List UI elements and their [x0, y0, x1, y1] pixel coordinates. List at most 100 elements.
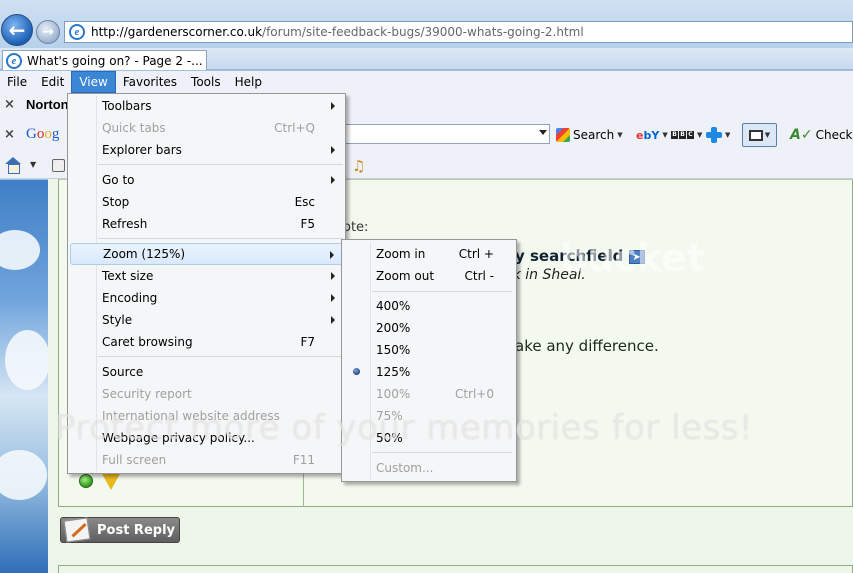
caret-down-icon[interactable]: ▼ [30, 160, 36, 169]
zoom-400[interactable]: 400% [344, 295, 514, 317]
selected-radio-icon [353, 368, 360, 375]
next-post-box [58, 565, 853, 573]
menu-item-shortcut: Ctrl + [458, 247, 494, 261]
google-close-icon[interactable]: × [4, 127, 15, 142]
ebay-icon: ebY [636, 128, 660, 142]
menu-bar: File Edit View Favorites Tools Help [0, 71, 853, 93]
menu-item-label: Text size [102, 269, 154, 283]
submenu-arrow-icon [331, 272, 335, 280]
menu-separator [372, 291, 512, 292]
menu-item-label: Zoom out [376, 269, 435, 283]
menu-item-label: Zoom (125%) [103, 247, 186, 261]
post-reply-label: Post Reply [97, 522, 175, 538]
research-icon[interactable]: ♫ [352, 157, 365, 175]
view-menu-refresh[interactable]: Refresh F5 [70, 213, 343, 235]
menu-item-label: Toolbars [102, 99, 152, 113]
menu-item-label: Explorer bars [102, 143, 182, 157]
view-menu-style[interactable]: Style [70, 309, 343, 331]
quote-title: y searchfield ➤ [515, 247, 645, 265]
norton-logo: Norton [26, 97, 69, 112]
rss-feed-icon[interactable] [52, 159, 65, 172]
view-menu-zoom[interactable]: Zoom (125%) [70, 243, 343, 265]
compatibility-view-button[interactable]: ▼ [742, 123, 777, 147]
menu-item-label: Refresh [102, 217, 148, 231]
zoom-75: 75% [344, 405, 514, 427]
cloud [0, 450, 47, 500]
caret-down-icon: ▼ [617, 131, 623, 139]
google-search-icon [556, 128, 570, 142]
view-menu-source[interactable]: Source [70, 361, 343, 383]
address-bar[interactable]: e http://gardenerscorner.co.uk/forum/sit… [64, 21, 853, 43]
menu-file[interactable]: File [0, 72, 34, 92]
ebay-button[interactable]: ebY ▼ [636, 125, 668, 145]
post-reply-button[interactable]: Post Reply [60, 517, 180, 543]
view-menu-text-size[interactable]: Text size [70, 265, 343, 287]
menu-tools[interactable]: Tools [184, 72, 228, 92]
view-menu-stop[interactable]: Stop Esc [70, 191, 343, 213]
view-menu-privacy-policy[interactable]: Webpage privacy policy... [70, 427, 343, 449]
google-search-button[interactable]: Search ▼ [556, 125, 623, 145]
submenu-arrow-icon [331, 102, 335, 110]
zoom-50[interactable]: 50% [344, 427, 514, 449]
menu-item-label: Webpage privacy policy... [102, 431, 255, 445]
view-menu-toolbars[interactable]: Toolbars [70, 95, 343, 117]
cloud [5, 330, 50, 390]
spell-check-button[interactable]: A✓ Check ▼ [790, 125, 853, 145]
back-button[interactable]: ← [1, 14, 33, 46]
health-button[interactable]: ▼ [706, 125, 730, 145]
zoom-125[interactable]: 125% [344, 361, 514, 383]
menu-item-label: 125% [376, 365, 411, 379]
view-menu-explorer-bars[interactable]: Explorer bars [70, 139, 343, 161]
tab-active[interactable]: e What's going on? - Page 2 -... [2, 50, 207, 70]
view-menu-go-to[interactable]: Go to [70, 169, 343, 191]
ie-icon: e [69, 24, 85, 40]
menu-help[interactable]: Help [228, 72, 269, 92]
menu-item-label: Zoom in [376, 247, 426, 261]
url-host: http://gardenerscorner.co.uk [91, 25, 263, 39]
report-post-icon[interactable] [101, 472, 121, 490]
zoom-200[interactable]: 200% [344, 317, 514, 339]
pencil-icon [63, 517, 91, 543]
browser-titlebar: ← → e http://gardenerscorner.co.uk/forum… [0, 0, 853, 48]
google-logo: Goog [26, 126, 60, 142]
caret-down-icon: ▼ [725, 131, 731, 139]
forward-button[interactable]: → [36, 20, 60, 44]
view-menu-caret-browsing[interactable]: Caret browsing F7 [70, 331, 343, 353]
bbc-button[interactable]: BBC ▼ [671, 125, 702, 145]
menu-item-label: International website address [102, 409, 280, 423]
caret-down-icon: ▼ [764, 131, 771, 139]
view-menu-encoding[interactable]: Encoding [70, 287, 343, 309]
menu-item-label: Style [102, 313, 133, 327]
menu-item-label: Quick tabs [102, 121, 166, 135]
cloud [0, 230, 40, 270]
post-body-text: ake any difference. [515, 337, 659, 355]
menu-item-label: 200% [376, 321, 411, 335]
norton-close-icon[interactable]: × [4, 97, 15, 112]
address-url[interactable]: http://gardenerscorner.co.uk/forum/site-… [91, 25, 584, 39]
zoom-in[interactable]: Zoom in Ctrl + [344, 243, 514, 265]
bbc-icon: BBC [671, 131, 694, 139]
menu-item-label: Caret browsing [102, 335, 193, 349]
menu-edit[interactable]: Edit [34, 72, 71, 92]
menu-item-label: Encoding [102, 291, 158, 305]
compatibility-icon [748, 129, 763, 141]
desktop-sky-background [0, 180, 50, 573]
menu-item-label: Security report [102, 387, 192, 401]
zoom-submenu: Zoom in Ctrl + Zoom out Ctrl - 400% 200% 1… [341, 239, 517, 482]
view-menu-full-screen: Full screen F11 [70, 449, 343, 471]
zoom-100: 100% Ctrl+0 [344, 383, 514, 405]
google-search-input[interactable] [340, 124, 550, 144]
menu-view[interactable]: View [71, 71, 116, 93]
post-status-icons [79, 472, 121, 490]
zoom-out[interactable]: Zoom out Ctrl - [344, 265, 514, 287]
caret-down-icon: ▼ [697, 131, 703, 139]
divider [303, 474, 304, 507]
zoom-150[interactable]: 150% [344, 339, 514, 361]
menu-favorites[interactable]: Favorites [116, 72, 184, 92]
menu-item-label: 75% [376, 409, 403, 423]
search-dropdown-icon[interactable] [539, 130, 547, 135]
quote-text: ck in Sheal. [505, 267, 586, 283]
view-post-arrow-icon[interactable]: ➤ [628, 249, 645, 264]
submenu-arrow-icon [331, 176, 335, 184]
home-icon[interactable] [5, 157, 21, 174]
